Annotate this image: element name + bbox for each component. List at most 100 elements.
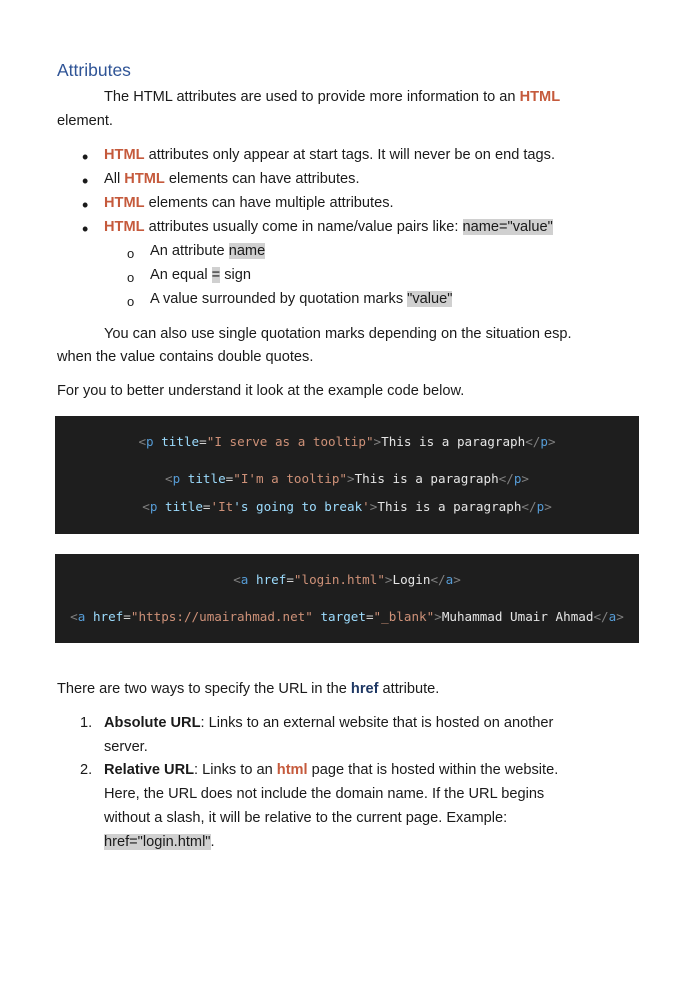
html-keyword: HTML [104,147,145,163]
code-line: <p title="I serve as a tooltip">This is … [55,434,639,449]
document-page: Attributes The HTML attributes are used … [0,0,695,985]
bullet-icon: • [82,219,89,239]
code-token-eq: = [286,572,294,587]
code-token-br: > [373,434,382,449]
code-token-txt: This is a paragraph [381,434,526,449]
html-keyword: HTML [104,219,145,235]
code-token-br: > [434,609,442,624]
paragraph-text: attribute. [378,681,440,697]
bullet-icon: • [82,171,89,191]
code-token-str: ' [362,499,370,514]
code-token-br: </ [498,471,514,486]
code-line: <a href="https://umairahmad.net" target=… [55,609,639,624]
bullet-icon: • [82,195,89,215]
bullet-text: attributes usually come in name/value pa… [144,219,463,235]
code-token-br: > [347,471,355,486]
code-token-str: "I'm a tooltip" [233,471,347,486]
period: . [210,834,215,850]
code-token-eq: = [202,499,211,514]
bullet-text: elements can have multiple attributes. [144,195,394,211]
code-block-links: <a href="login.html">Login</a> <a href="h… [55,554,639,643]
circle-bullet-icon: o [127,246,135,261]
code-token-br: </ [430,572,446,587]
list-item-relative-url: Relative URL: Links to an html page that… [104,762,558,778]
bullet-item: HTML attributes usually come in name/val… [104,219,553,235]
code-token-br: > [453,572,461,587]
list-item-absolute-url: Absolute URL: Links to an external websi… [104,715,553,731]
code-line: <a href="login.html">Login</a> [55,572,639,587]
paragraph: For you to better understand it look at … [57,383,465,399]
bullet-text: attributes only appear at start tags. It… [144,147,556,163]
code-token-br: </ [521,499,537,514]
code-token-br: </ [525,434,541,449]
highlighted-code: href="login.html" [104,834,211,850]
list-item-text: without a slash, it will be relative to … [104,810,508,826]
paragraph: There are two ways to specify the URL in… [57,681,439,697]
bullet-text: elements can have attributes. [164,171,360,187]
code-token-br: < [164,471,173,486]
list-item-text: Here, the URL does not include the domai… [104,786,545,802]
bullet-item: HTML elements can have multiple attribut… [104,195,394,211]
code-token-eq: = [123,609,131,624]
code-block-paragraph-titles: <p title="I serve as a tooltip">This is … [55,416,639,534]
bullet-text: All [104,171,125,187]
code-token-br: < [70,609,78,624]
paragraph-line: You can also use single quotation marks … [104,326,572,342]
code-token-str: "_blank" [373,609,435,624]
code-token-str: "I serve as a tooltip" [206,434,374,449]
list-item-text: server. [104,739,148,755]
code-token-txt: This is a paragraph [377,499,522,514]
sub-bullet-item: An equal = sign [150,267,251,283]
href-keyword: href [350,681,379,697]
code-token-eq: = [199,434,207,449]
code-token-attr: title [187,471,226,486]
list-item-text: : Links to an external website that is h… [200,715,554,731]
code-token-br: > [616,609,624,624]
intro-text: The HTML attributes are used to provide … [104,89,520,105]
code-token-attr: href [255,572,287,587]
code-token-attr: 's going to break [233,499,363,514]
list-item-text: : Links to an [194,762,277,778]
list-item-text: page that is hosted within the website. [307,762,559,778]
code-token-br: > [384,572,393,587]
code-token-br: </ [593,609,609,624]
code-token-attr: title [161,434,200,449]
highlighted-code: name [228,243,266,259]
sub-bullet-text: An equal [150,267,212,283]
code-token-str: "https://umairahmad.net" [130,609,313,624]
sub-bullet-item: A value surrounded by quotation marks "v… [150,291,453,307]
circle-bullet-icon: o [127,294,135,309]
code-token-eq: = [365,609,374,624]
code-token-br: > [521,471,530,486]
code-token-tag: p [540,434,548,449]
sub-bullet-text: sign [220,267,252,283]
paragraph-text: There are two ways to specify the URL in… [57,681,351,697]
intro-line1: The HTML attributes are used to provide … [104,89,560,105]
sub-bullet-text: A value surrounded by quotation marks [150,291,408,307]
highlighted-code: name="value" [462,219,553,235]
code-token-attr: title [165,499,203,514]
highlighted-code: = [211,267,221,283]
code-token-txt: Muhammad Umair Ahmad [441,609,594,624]
bullet-item: HTML attributes only appear at start tag… [104,147,555,163]
code-line: <p title="I'm a tooltip">This is a parag… [55,471,639,486]
html-keyword: HTML [519,89,561,105]
code-token-attr: href [92,609,124,624]
code-token-br: < [233,572,241,587]
code-token-br: > [547,434,556,449]
code-token-tag: p [146,434,154,449]
intro-line2: element. [57,113,113,129]
code-token-str: "login.html" [293,572,385,587]
list-item-example: href="login.html". [104,834,215,850]
circle-bullet-icon: o [127,270,135,285]
code-token-br: < [142,499,150,514]
code-token-attr: target [320,609,366,624]
list-item-title: Relative URL [104,762,195,778]
sub-bullet-text: An attribute [150,243,229,259]
paragraph-line: when the value contains double quotes. [57,349,314,365]
highlighted-code: "value" [407,291,453,307]
list-item-title: Absolute URL [104,715,201,731]
